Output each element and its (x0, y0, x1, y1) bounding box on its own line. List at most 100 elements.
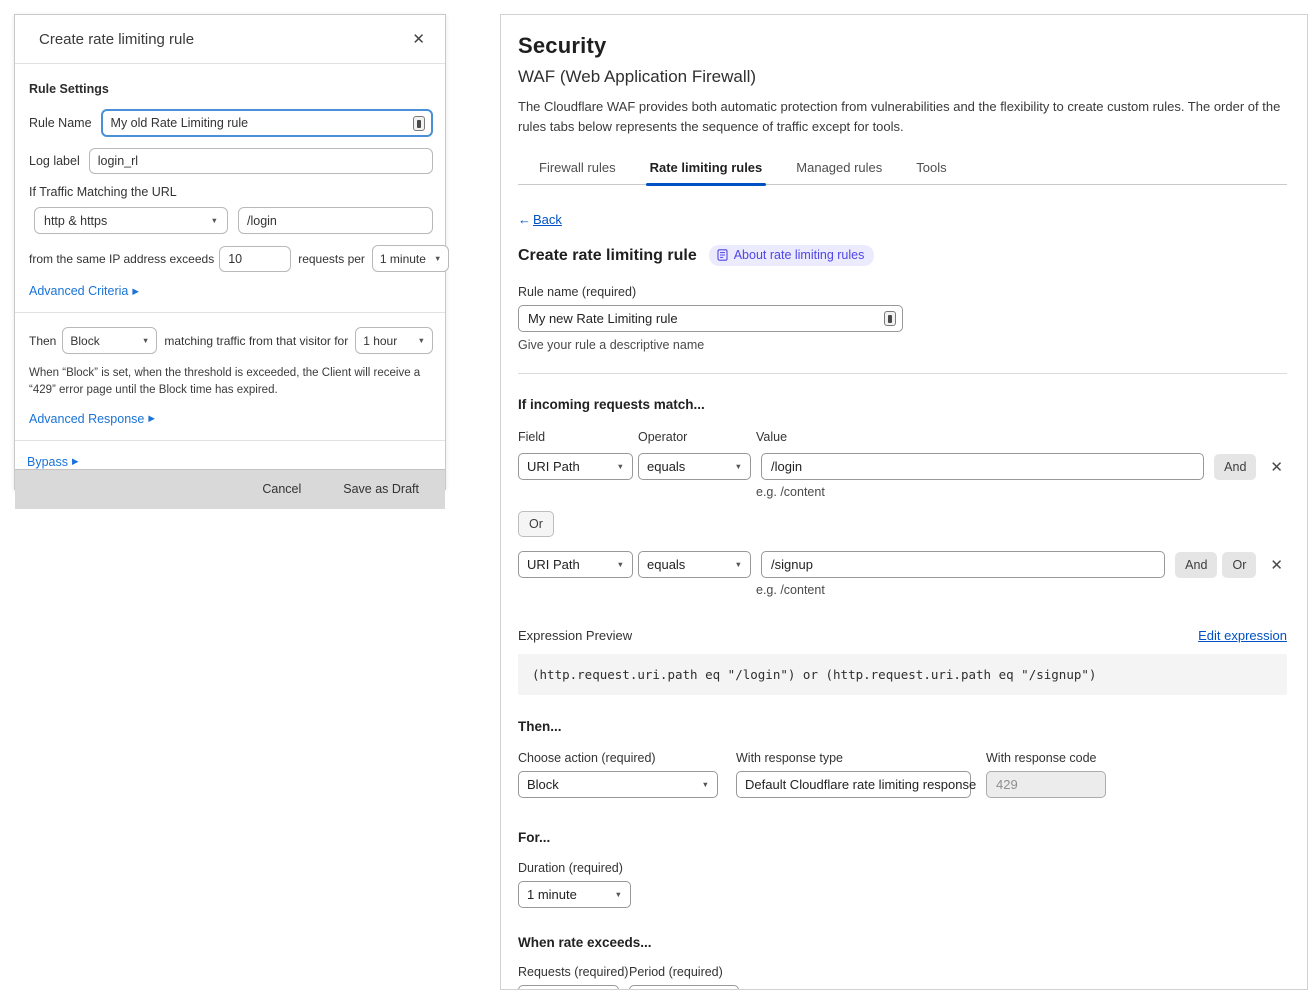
tab-tools[interactable]: Tools (916, 154, 946, 184)
response-type-value: Default Cloudflare rate limiting respons… (745, 777, 976, 792)
condition-row: URI Path ▼ equals ▼ And ✕ (518, 453, 1287, 480)
field-select[interactable]: URI Path ▼ (518, 551, 633, 578)
rate-heading: When rate exceeds... (518, 935, 1287, 950)
advanced-response-wrap: Advanced Response ▶ (29, 412, 433, 426)
condition-row: URI Path ▼ equals ▼ And Or ✕ (518, 551, 1287, 578)
tab-rate-limiting-rules[interactable]: Rate limiting rules (650, 154, 763, 184)
response-type-select[interactable]: Default Cloudflare rate limiting respons… (736, 771, 971, 798)
section-divider (518, 373, 1287, 374)
field-column-label: Field (518, 430, 638, 444)
field-select-value: URI Path (527, 459, 580, 474)
value-input[interactable] (761, 551, 1165, 578)
screenshot-stage: Create rate limiting rule ✕ Rule Setting… (0, 0, 1316, 1003)
match-heading: If incoming requests match... (518, 397, 1287, 412)
duration-label: Duration (required) (518, 861, 1287, 875)
requests-column: Requests (required) (518, 965, 619, 990)
threshold-middle: requests per (298, 252, 365, 266)
url-input-wrap (238, 207, 433, 234)
rule-name-row: Rule Name (27, 109, 433, 137)
response-type-label: With response type (736, 751, 986, 765)
tab-firewall-rules[interactable]: Firewall rules (539, 154, 616, 184)
bypass-text: Bypass (27, 455, 68, 469)
threshold-prefix: from the same IP address exceeds (29, 252, 214, 266)
dialog-title: Create rate limiting rule (39, 31, 406, 48)
chevron-down-icon: ▼ (211, 216, 218, 225)
bypass-link[interactable]: Bypass ▶ (27, 455, 79, 469)
form-title-row: Create rate limiting rule About rate lim… (518, 245, 1287, 266)
action-select[interactable]: Block ▼ (518, 771, 718, 798)
operator-column-label: Operator (638, 430, 756, 444)
cancel-button[interactable]: Cancel (262, 482, 301, 496)
traffic-match-heading: If Traffic Matching the URL (29, 185, 424, 199)
rule-name-input[interactable] (101, 109, 433, 137)
then-duration-value: 1 hour (363, 334, 397, 348)
remove-condition-icon[interactable]: ✕ (1266, 556, 1287, 574)
then-action-select[interactable]: Block ▼ (62, 327, 157, 354)
action-label: Choose action (required) (518, 751, 736, 765)
threshold-requests-input[interactable] (219, 246, 291, 272)
rule-name-input-wrap (518, 305, 903, 332)
dialog-footer: Cancel Save as Draft (15, 469, 445, 509)
remove-condition-icon[interactable]: ✕ (1266, 458, 1287, 476)
or-button[interactable]: Or (1222, 552, 1256, 578)
then-duration-select[interactable]: 1 hour ▼ (355, 327, 433, 354)
about-badge-text: About rate limiting rules (734, 248, 865, 262)
chevron-down-icon: ▼ (735, 560, 742, 569)
autofill-icon[interactable] (413, 116, 425, 131)
value-column-label: Value (756, 430, 787, 444)
requests-input[interactable] (518, 985, 619, 990)
save-as-draft-button[interactable]: Save as Draft (343, 482, 419, 496)
then-section: Then Block ▼ matching traffic from that … (15, 313, 445, 440)
value-input[interactable] (761, 453, 1204, 480)
close-icon[interactable]: ✕ (406, 28, 431, 51)
url-input[interactable] (238, 207, 433, 234)
condition-column-labels: Field Operator Value (518, 430, 1287, 444)
rule-settings-section: Rule Settings Rule Name Log label If Tra… (15, 64, 445, 312)
then-label: Then (29, 334, 56, 348)
and-button[interactable]: And (1214, 454, 1256, 480)
operator-select-value: equals (647, 557, 685, 572)
log-label-input[interactable] (89, 148, 433, 174)
chevron-down-icon: ▼ (142, 336, 149, 345)
value-hint: e.g. /content (756, 583, 1287, 597)
operator-select-value: equals (647, 459, 685, 474)
duration-select[interactable]: 1 minute ▼ (518, 881, 631, 908)
expander-arrow-icon: ▶ (148, 413, 155, 424)
advanced-response-text: Advanced Response (29, 412, 144, 426)
waf-tabs: Firewall rules Rate limiting rules Manag… (518, 154, 1287, 185)
operator-select[interactable]: equals ▼ (638, 551, 751, 578)
edit-expression-link[interactable]: Edit expression (1198, 628, 1287, 643)
block-note: When “Block” is set, when the threshold … (29, 365, 431, 400)
rule-name-helper: Give your rule a descriptive name (518, 338, 1287, 352)
page-title: Security (518, 33, 1287, 59)
advanced-criteria-link[interactable]: Advanced Criteria ▶ (29, 284, 139, 298)
back-link[interactable]: ←Back (518, 212, 562, 227)
threshold-period-select[interactable]: 1 minute ▼ (372, 245, 449, 272)
advanced-criteria-wrap: Advanced Criteria ▶ (29, 284, 433, 298)
response-type-column: With response type Default Cloudflare ra… (736, 751, 986, 798)
for-heading: For... (518, 830, 1287, 845)
advanced-response-link[interactable]: Advanced Response ▶ (29, 412, 155, 426)
response-code-column: With response code (986, 751, 1106, 798)
response-code-input (986, 771, 1106, 798)
log-label-row: Log label (27, 148, 433, 174)
or-connector-button[interactable]: Or (518, 511, 554, 537)
threshold-row: from the same IP address exceeds request… (27, 245, 433, 272)
autofill-icon[interactable] (884, 311, 896, 326)
action-column: Choose action (required) Block ▼ (518, 751, 736, 798)
tab-managed-rules[interactable]: Managed rules (796, 154, 882, 184)
and-button[interactable]: And (1175, 552, 1217, 578)
field-select[interactable]: URI Path ▼ (518, 453, 633, 480)
form-title: Create rate limiting rule (518, 247, 697, 265)
period-select[interactable]: 1 minute ▼ (629, 985, 739, 990)
about-rate-limiting-badge[interactable]: About rate limiting rules (709, 245, 875, 266)
page-description: The Cloudflare WAF provides both automat… (518, 97, 1287, 137)
rule-name-label: Rule Name (29, 116, 92, 130)
back-link-text: Back (533, 212, 562, 227)
expander-arrow-icon: ▶ (72, 456, 79, 467)
scheme-select[interactable]: http & https ▼ (34, 207, 228, 234)
chevron-down-icon: ▼ (735, 462, 742, 471)
operator-select[interactable]: equals ▼ (638, 453, 751, 480)
rule-name-input-wrap (101, 109, 433, 137)
rule-name-input[interactable] (518, 305, 903, 332)
